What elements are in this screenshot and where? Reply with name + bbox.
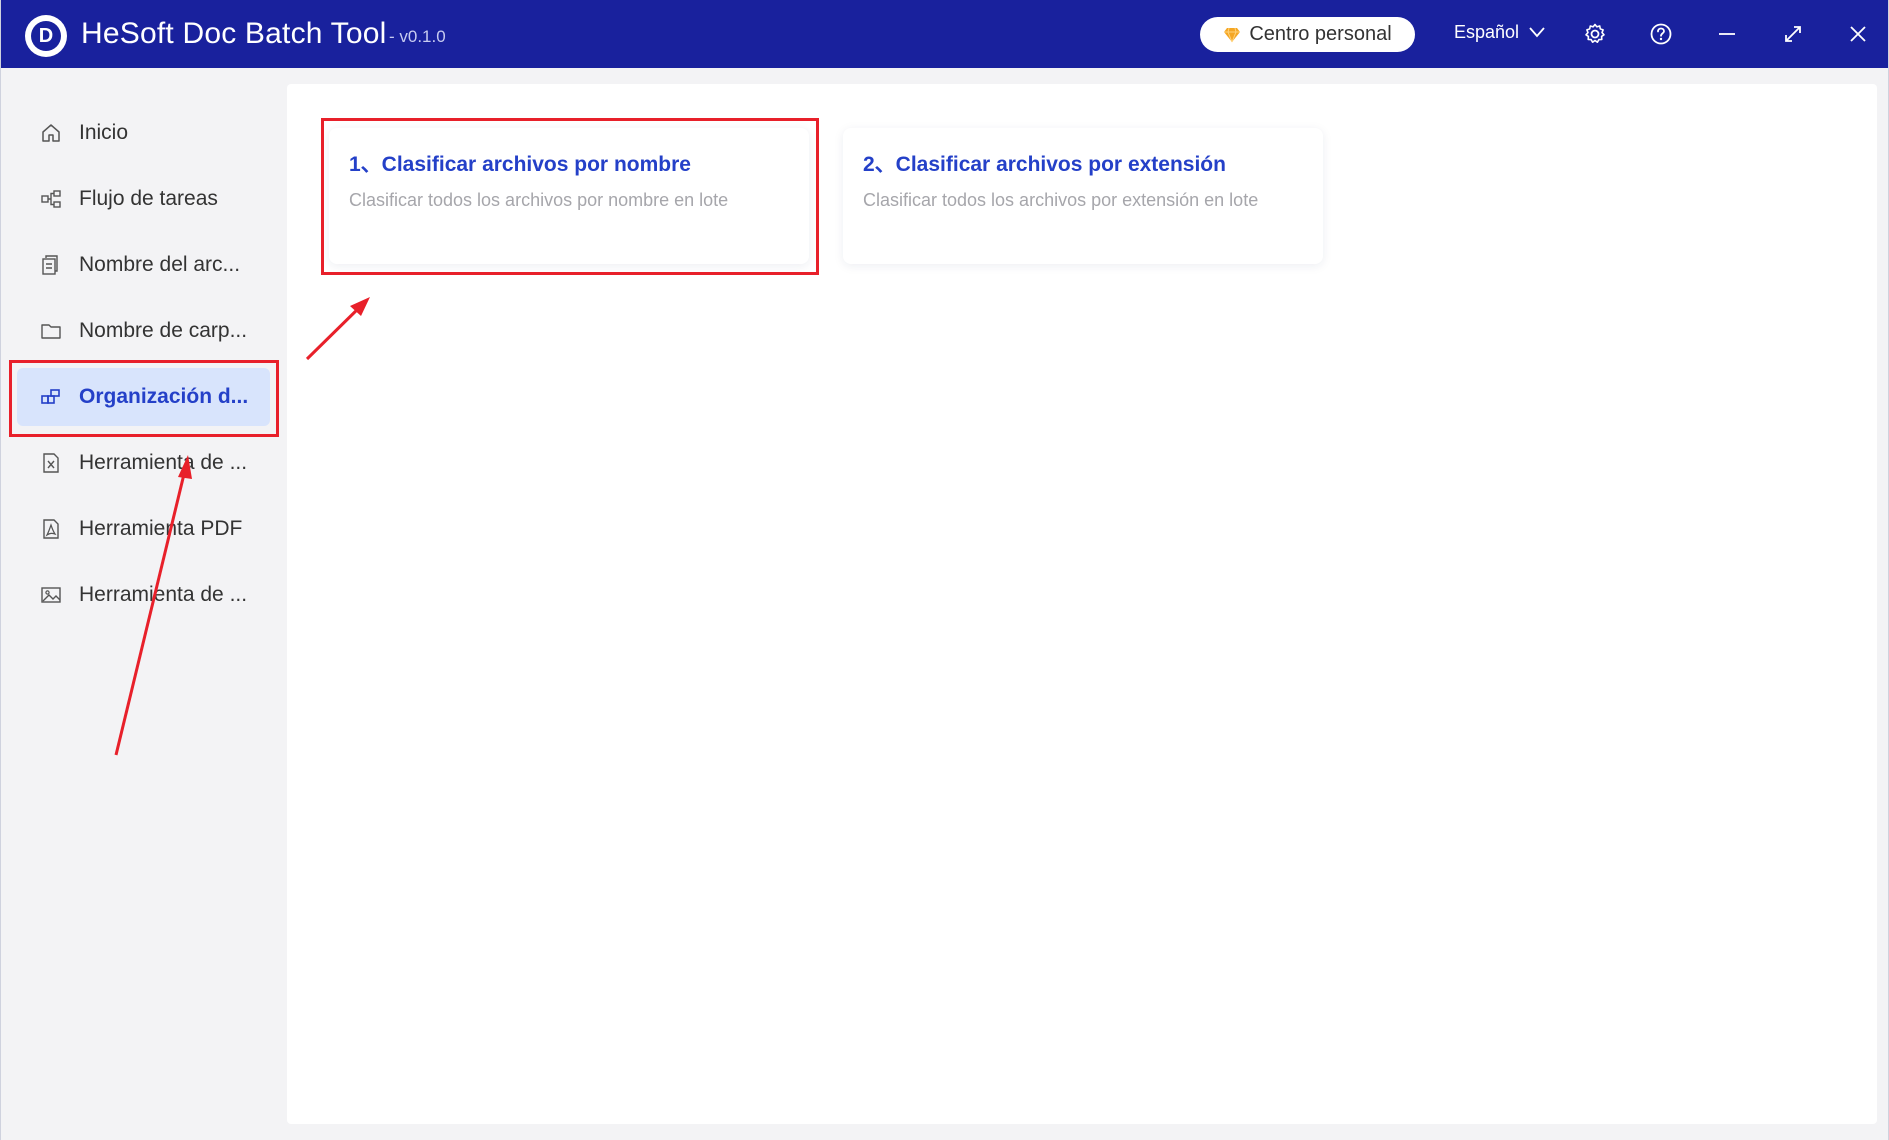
app-title: HeSoft Doc Batch Tool [81,17,387,50]
sidebar-item-label: Nombre del arc... [79,253,241,276]
image-icon [39,583,63,607]
workflow-icon [39,187,63,211]
personal-center-button[interactable]: Centro personal [1200,17,1415,52]
sidebar-item-label: Nombre de carp... [79,319,248,342]
maximize-icon[interactable] [1779,20,1807,48]
sidebar: Inicio Flujo de tareas Nombre del arc...… [1,68,281,1140]
sidebar-item-organizacion[interactable]: Organización d... [17,368,270,426]
card-title: 2、Clasificar archivos por extensión [863,153,1226,176]
home-icon [39,121,63,145]
personal-center-label: Centro personal [1249,23,1392,45]
card-description: Clasificar todos los archivos por nombre… [349,190,729,210]
help-icon[interactable] [1647,20,1675,48]
app-logo: D [25,15,67,57]
sidebar-item-label: Flujo de tareas [79,187,218,210]
sidebar-item-label: Herramienta PDF [79,517,243,540]
diamond-icon [1223,26,1241,44]
sidebar-item-nombre-carpeta[interactable]: Nombre de carp... [17,302,270,360]
file-name-icon [39,253,63,277]
language-select[interactable]: Español [1454,22,1545,43]
sidebar-item-label: Herramienta de ... [79,583,248,606]
card-description: Clasificar todos los archivos por extens… [863,190,1259,210]
sidebar-item-herramienta-excel[interactable]: Herramienta de ... [17,434,270,492]
sidebar-item-label: Herramienta de ... [79,451,248,474]
title-bar: D HeSoft Doc Batch Tool - v0.1.0 Centro … [1,0,1888,68]
sidebar-item-flujo[interactable]: Flujo de tareas [17,170,270,228]
chevron-down-icon [1529,22,1545,43]
organize-icon [39,385,63,409]
sidebar-item-inicio[interactable]: Inicio [17,104,270,162]
sidebar-item-label: Inicio [79,121,129,144]
logo-letter: D [31,21,61,51]
folder-icon [39,319,63,343]
sidebar-item-nombre-archivo[interactable]: Nombre del arc... [17,236,270,294]
main-panel: 1、Clasificar archivos por nombre Clasifi… [287,84,1877,1124]
app-version: - v0.1.0 [389,27,446,46]
card-classify-by-extension[interactable]: 2、Clasificar archivos por extensión Clas… [843,128,1323,264]
sidebar-item-label: Organización d... [79,385,249,408]
language-label: Español [1454,22,1520,42]
sidebar-item-herramienta-pdf[interactable]: Herramienta PDF [17,500,270,558]
sidebar-item-herramienta-imagen[interactable]: Herramienta de ... [17,566,270,624]
card-title: 1、Clasificar archivos por nombre [349,153,691,176]
close-icon[interactable] [1844,20,1872,48]
pdf-file-icon [39,517,63,541]
gear-icon[interactable] [1581,20,1609,48]
minimize-icon[interactable] [1713,20,1741,48]
card-classify-by-name[interactable]: 1、Clasificar archivos por nombre Clasifi… [329,128,809,264]
app-window: D HeSoft Doc Batch Tool - v0.1.0 Centro … [0,0,1889,1140]
excel-file-icon [39,451,63,475]
